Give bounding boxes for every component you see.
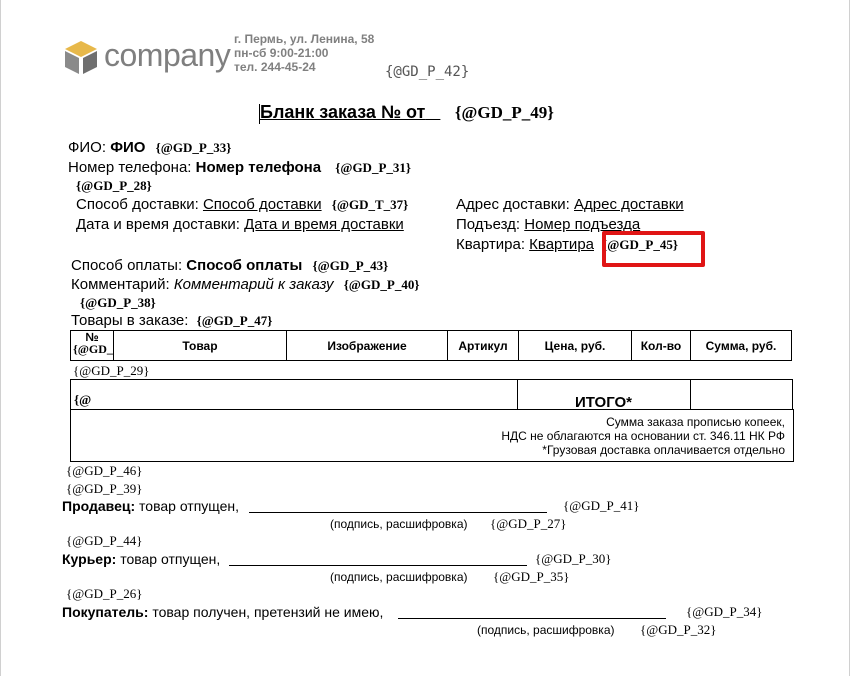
buyer-row: Покупатель: товар получен, претензий не … [62,604,384,620]
company-logo: company [62,37,231,78]
tag-gd-p-28: {@GD_P_28} [76,178,152,193]
buyer-sub-tag: {@GD_P_32} [640,622,717,637]
goods-table: № {@GD_ Товар Изображение Артикул Цена, … [70,330,792,361]
tag-gd-p-26: {@GD_P_26} [66,586,143,601]
col-article: Артикул [447,330,519,361]
phone-row: Номер телефона: Номер телефона {@GD_P_31… [68,159,412,176]
col-image: Изображение [286,330,448,361]
goods-row: Товары в заказе: {@GD_P_47} [71,312,273,329]
company-hours: пн-сб 9:00-21:00 [234,46,329,60]
courier-row: Курьер: товар отпущен, [62,551,221,567]
tag-gd-p-42: {@GD_P_42} [385,64,470,80]
title-cursor [259,104,260,124]
col-product: Товар [113,330,287,361]
seller-sub-tag: {@GD_P_27} [490,516,567,531]
document-title: Бланк заказа № от {@GD_P_49} [260,102,554,123]
delivery-datetime-row: Дата и время доставки: Дата и время дост… [76,216,404,233]
col-qty: Кол-во [631,330,691,361]
col-number: № {@GD_ [70,330,114,361]
seller-tag: {@GD_P_41} [563,498,640,513]
page-border-left [0,0,1,676]
company-phone: тел. 244-45-24 [234,60,316,74]
col-sum: Сумма, руб. [690,330,792,361]
goods-table-header: № {@GD_ Товар Изображение Артикул Цена, … [70,330,792,361]
seller-signature-line [249,512,547,513]
title-text: Бланк заказа № от [260,102,426,122]
address-row: Адрес доставки: Адрес доставки [456,196,684,213]
tag-gd-p-39: {@GD_P_39} [66,481,143,496]
buyer-tag: {@GD_P_34} [686,604,763,619]
courier-signature-line [229,565,527,566]
seller-sub: (подпись, расшифровка) [330,517,468,531]
seller-row: Продавец: товар отпущен, [62,498,240,514]
fio-row: ФИО: ФИО {@GD_P_33} [68,139,232,156]
courier-sub: (подпись, расшифровка) [330,570,468,584]
payment-row: Способ оплаты: Способ оплаты {@GD_P_43} [71,257,389,274]
vat-note: НДС не облагаются на основании ст. 346.1… [501,429,785,443]
buyer-signature-line [398,618,666,619]
company-address: г. Пермь, ул. Ленина, 58 [234,32,375,46]
cargo-note: *Грузовая доставка оплачивается отдельно [542,443,785,457]
logo-wordmark: company [104,37,231,73]
buyer-sub: (подпись, расшифровка) [477,623,615,637]
total-cell-tag: {@ [74,392,92,407]
notes-box: Сумма заказа прописью копеек, НДС не обл… [70,409,794,462]
comment-row: Комментарий: Комментарий к заказу {@GD_P… [71,276,420,293]
courier-sub-tag: {@GD_P_35} [493,569,570,584]
tag-gd-p-46: {@GD_P_46} [66,463,143,478]
apartment-tag-highlight [602,231,705,267]
col-price: Цена, руб. [518,330,632,361]
tag-gd-p-38: {@GD_P_38} [80,295,156,310]
tag-gd-p-44: {@GD_P_44} [66,533,143,548]
delivery-method-row: Способ доставки: Способ доставки {@GD_T_… [76,196,409,213]
totals-row: {@ ИТОГО* [70,379,793,411]
num-cell-tag: {@GD_ [73,343,113,356]
sum-in-words: Сумма заказа прописью копеек, [606,415,785,429]
courier-tag: {@GD_P_30} [535,551,612,566]
tag-gd-p-29: {@GD_P_29} [73,363,150,378]
cube-logo-icon [65,41,97,74]
title-tag: {@GD_P_49} [454,103,554,122]
